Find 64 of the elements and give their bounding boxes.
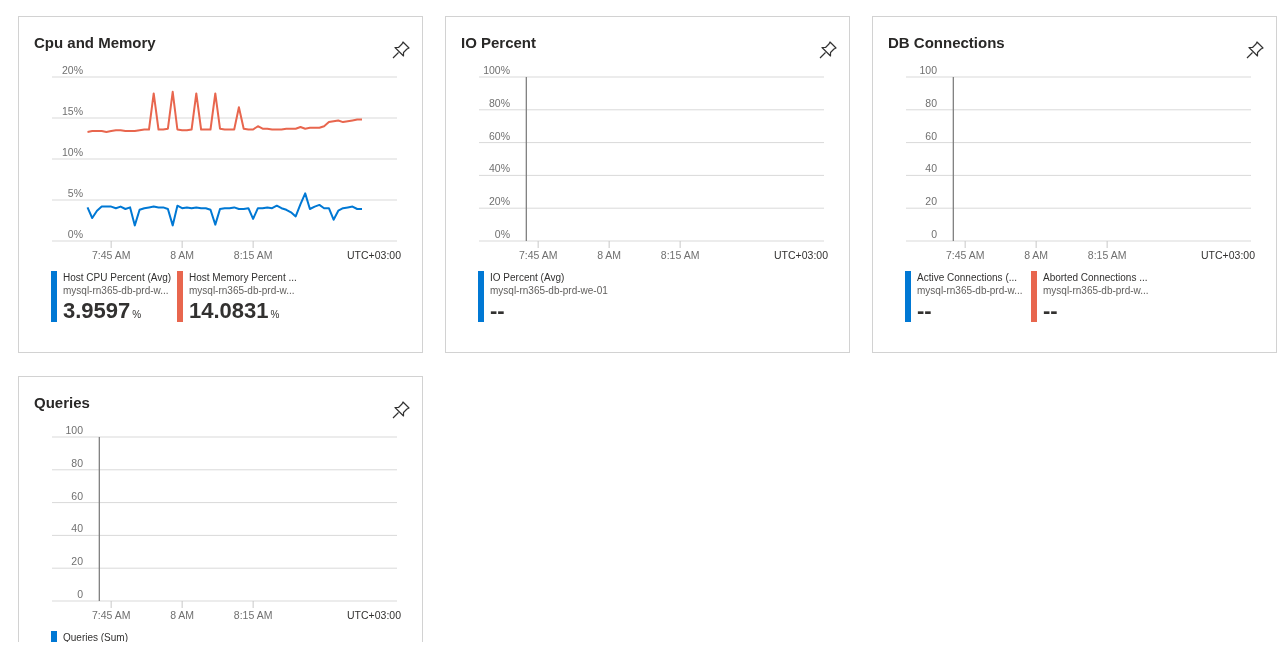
- axis-label: 0: [931, 228, 937, 240]
- axis-label: 20: [71, 555, 83, 568]
- pin-icon[interactable]: [391, 40, 411, 60]
- axis-label: 40%: [489, 162, 510, 175]
- metric-value: --: [1043, 298, 1058, 323]
- axis-label: 7:45 AM: [945, 249, 985, 261]
- axis-label: 60: [71, 489, 83, 502]
- axis-label: 8:15 AM: [233, 249, 273, 261]
- legend-label: Aborted Connections ...: [1043, 271, 1149, 284]
- axis-label: 100: [919, 65, 937, 76]
- axis-label: 0: [77, 588, 83, 600]
- legend-label: IO Percent (Avg): [490, 271, 566, 284]
- card-title: Cpu and Memory: [34, 34, 156, 51]
- axis-label: 8:15 AM: [660, 249, 700, 261]
- resource-name: mysql-rn365-db-prd-w...: [917, 284, 1023, 297]
- resource-name: mysql-rn365-db-prd-we-01: [490, 284, 608, 297]
- axis-label: 40: [925, 162, 937, 175]
- axis-label: 20%: [489, 195, 510, 208]
- axis-label: 100: [65, 425, 83, 436]
- axis-label: 7:45 AM: [91, 249, 131, 261]
- card-title: Queries: [34, 394, 90, 411]
- axis-label: 10%: [62, 146, 83, 158]
- axis-label: 60%: [489, 129, 510, 142]
- axis-label: 0%: [494, 228, 510, 240]
- axis-label: 20%: [62, 65, 83, 76]
- axis-label: 8 AM: [170, 249, 195, 261]
- axis-label: 7:45 AM: [518, 249, 558, 261]
- resource-name: mysql-rn365-db-prd-w...: [63, 284, 170, 297]
- axis-label: 15%: [62, 105, 83, 117]
- axis-label: 5%: [67, 187, 83, 199]
- axis-label: 100%: [483, 65, 510, 76]
- legend-label: Active Connections (...: [917, 271, 1019, 284]
- pin-icon[interactable]: [391, 400, 411, 420]
- metric-value: --: [917, 298, 932, 323]
- axis-label: 8 AM: [597, 249, 622, 261]
- timezone-label: UTC+03:00: [347, 609, 401, 621]
- axis-label: 0%: [67, 228, 83, 240]
- axis-label: 7:45 AM: [91, 609, 131, 621]
- axis-label: 80: [925, 96, 937, 109]
- unit-label: %: [132, 309, 142, 320]
- timezone-label: UTC+03:00: [1201, 249, 1255, 261]
- axis-label: 80: [71, 456, 83, 469]
- resource-name: mysql-rn365-db-prd-w...: [1043, 284, 1149, 297]
- card-title: DB Connections: [888, 34, 1005, 51]
- metric-value: 3.9597: [63, 298, 131, 323]
- unit-label: %: [270, 309, 280, 320]
- timezone-label: UTC+03:00: [774, 249, 828, 261]
- resource-name: mysql-rn365-db-prd-w...: [189, 284, 296, 297]
- timezone-label: UTC+03:00: [347, 249, 401, 261]
- legend-label: Host CPU Percent (Avg): [63, 271, 172, 284]
- axis-label: 8:15 AM: [233, 609, 273, 621]
- legend-label: Host Memory Percent ...: [189, 271, 297, 284]
- axis-label: 8:15 AM: [1087, 249, 1127, 261]
- axis-label: 8 AM: [170, 609, 195, 621]
- card-title: IO Percent: [461, 34, 537, 51]
- pin-icon[interactable]: [1245, 40, 1265, 60]
- metric-value: --: [490, 298, 505, 323]
- axis-label: 20: [925, 195, 937, 208]
- axis-label: 80%: [489, 96, 510, 109]
- axis-label: 8 AM: [1024, 249, 1049, 261]
- axis-label: 40: [71, 522, 83, 535]
- axis-label: 60: [925, 129, 937, 142]
- metric-value: 14.0831: [189, 298, 269, 323]
- pin-icon[interactable]: [818, 40, 838, 60]
